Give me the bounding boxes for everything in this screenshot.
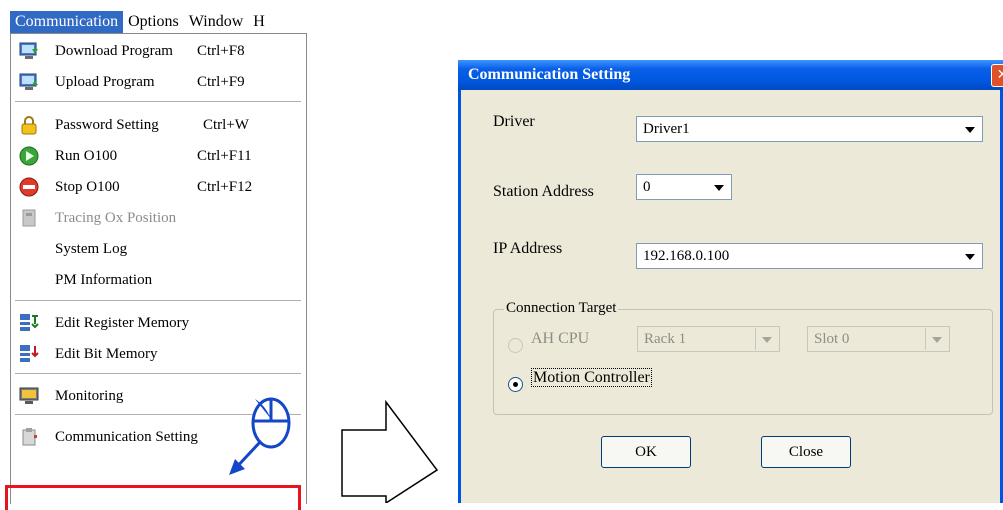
chevron-down-icon	[925, 328, 948, 350]
menu-communication[interactable]: Communication	[10, 11, 124, 33]
menu-communication-label: Communication	[15, 13, 119, 30]
arrow-right-icon	[341, 400, 439, 503]
menu-options-label: Options	[128, 13, 179, 30]
chevron-down-icon[interactable]	[708, 176, 730, 198]
dialog-titlebar[interactable]: Communication Setting ✕	[458, 60, 1003, 90]
menu-item-shortcut: Ctrl+F9	[197, 73, 245, 90]
menu-item-label: Password Setting	[55, 116, 159, 133]
close-icon[interactable]: ✕	[991, 64, 1003, 87]
trace-icon	[22, 209, 36, 227]
menu-item-shortcut: Ctrl+F12	[197, 178, 253, 195]
menu-item-label: Run O100	[55, 147, 118, 164]
menu-window-label: Window	[188, 13, 244, 30]
menu-window[interactable]: Window	[184, 11, 248, 33]
menu-item-label: Download Program	[55, 42, 173, 59]
chevron-down-icon	[755, 328, 778, 350]
dialog-title: Communication Setting	[468, 66, 631, 83]
communication-setting-dialog: Communication Setting ✕ Driver Driver1 S…	[458, 60, 1003, 503]
driver-select[interactable]: Driver1	[636, 116, 983, 142]
ip-address-label: IP Address	[493, 240, 563, 257]
rack-value: Rack 1	[644, 331, 687, 347]
motion-controller-radio[interactable]	[508, 377, 523, 392]
menu-item-label: Stop O100	[55, 178, 120, 195]
menu-item-label: Edit Bit Memory	[55, 345, 158, 362]
rack-select: Rack 1	[637, 326, 780, 352]
ok-button[interactable]: OK	[601, 436, 691, 468]
menu-separator	[15, 101, 301, 102]
monitor-icon	[19, 387, 39, 404]
menu-item-label: PM Information	[55, 271, 153, 288]
menu-item-shortcut: Ctrl+W	[203, 116, 249, 133]
ah-cpu-label: AH CPU	[531, 330, 590, 347]
connection-target-group: Connection Target	[493, 300, 993, 415]
motion-controller-label: Motion Controller	[531, 368, 652, 387]
station-address-label: Station Address	[493, 183, 594, 200]
edit-bit-icon	[20, 345, 39, 362]
station-address-select[interactable]: 0	[636, 174, 732, 200]
menu-item-edit-register-memory[interactable]: Edit Register Memory	[11, 308, 306, 338]
menu-item-run[interactable]: Run O100 Ctrl+F11	[11, 141, 306, 171]
slot-select: Slot 0	[807, 326, 950, 352]
lock-icon	[21, 116, 37, 135]
connection-target-legend: Connection Target	[504, 300, 619, 317]
upload-icon	[19, 73, 38, 90]
communication-setting-icon	[22, 428, 37, 446]
chevron-down-icon[interactable]	[959, 118, 981, 140]
menu-item-label: Communication Setting	[55, 428, 198, 445]
download-icon	[19, 42, 38, 59]
menu-item-edit-bit-memory[interactable]: Edit Bit Memory	[11, 339, 306, 369]
menu-item-system-log[interactable]: System Log	[11, 234, 306, 264]
menu-item-shortcut: Ctrl+F8	[197, 42, 245, 59]
station-address-value: 0	[643, 179, 651, 195]
highlight-box	[5, 485, 301, 510]
menu-separator	[15, 300, 301, 301]
menu-item-shortcut: Ctrl+F11	[197, 147, 252, 164]
menu-item-label: Tracing Ox Position	[55, 209, 177, 226]
menu-item-password-setting[interactable]: Password Setting Ctrl+W	[11, 110, 306, 140]
menu-item-upload-program[interactable]: Upload Program Ctrl+F9	[11, 67, 306, 97]
stop-icon	[19, 177, 39, 197]
menu-item-label: Edit Register Memory	[55, 314, 190, 331]
menu-item-stop[interactable]: Stop O100 Ctrl+F12	[11, 172, 306, 202]
driver-value: Driver1	[643, 121, 690, 137]
motion-controller-text: Motion Controller	[531, 368, 652, 387]
slot-value: Slot 0	[814, 331, 850, 347]
menu-item-label: Upload Program	[55, 73, 155, 90]
menu-help[interactable]: H	[248, 11, 270, 33]
close-button[interactable]: Close	[761, 436, 851, 468]
menu-help-label: H	[253, 13, 265, 30]
driver-label: Driver	[493, 113, 535, 130]
menu-item-label: Monitoring	[55, 387, 124, 404]
run-icon	[19, 146, 39, 166]
menu-separator	[15, 373, 301, 374]
menu-options[interactable]: Options	[123, 11, 184, 33]
edit-register-icon	[20, 314, 39, 331]
ip-address-value: 192.168.0.100	[643, 248, 730, 264]
ip-address-select[interactable]: 192.168.0.100	[636, 243, 983, 269]
menu-bar: Communication Options Window H	[10, 10, 320, 34]
chevron-down-icon[interactable]	[959, 245, 981, 267]
mouse-icon	[229, 397, 291, 475]
ah-cpu-radio	[508, 338, 523, 353]
menu-item-label: System Log	[55, 240, 128, 257]
menu-item-tracing-ox-position: Tracing Ox Position	[11, 203, 306, 233]
menu-item-pm-information[interactable]: PM Information	[11, 265, 306, 295]
menu-item-download-program[interactable]: Download Program Ctrl+F8	[11, 36, 306, 66]
